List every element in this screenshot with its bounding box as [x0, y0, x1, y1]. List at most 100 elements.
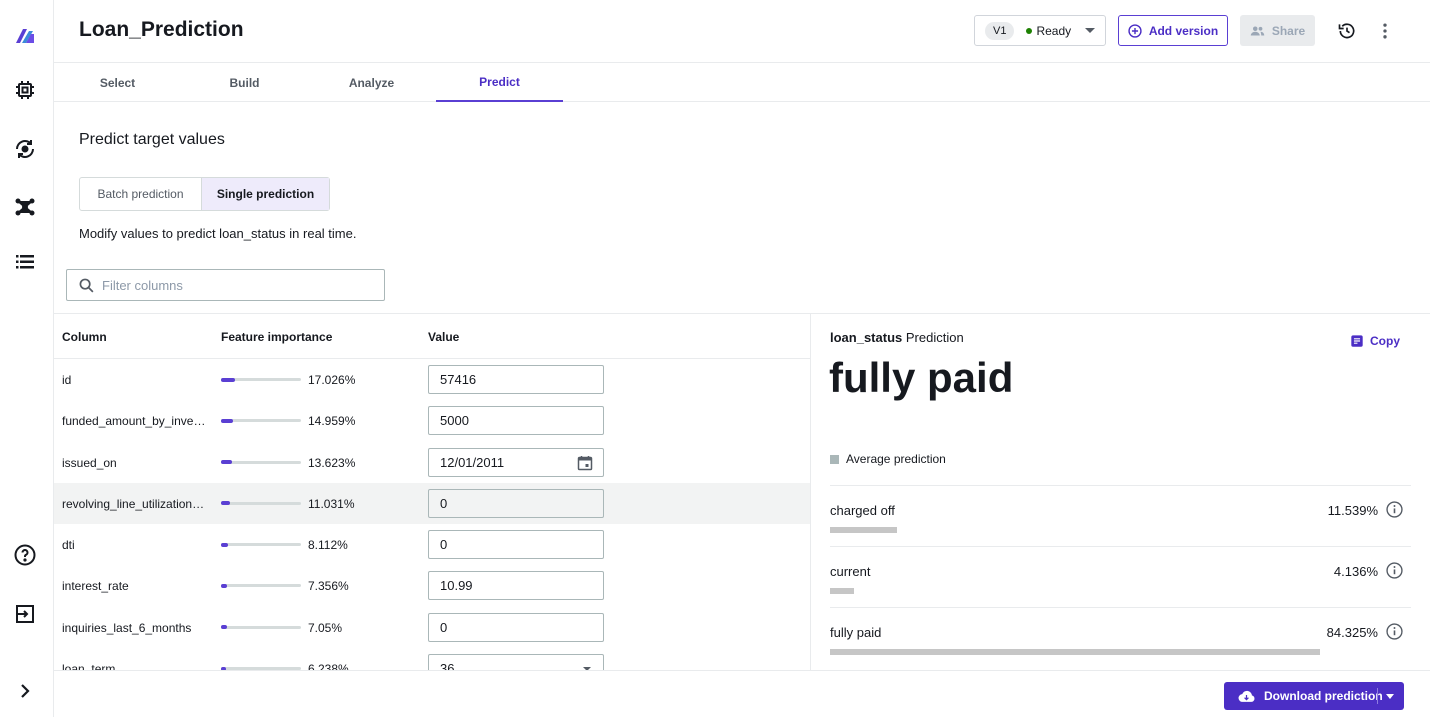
value-input[interactable]: 10.99	[428, 571, 604, 601]
batch-prediction-button[interactable]: Batch prediction	[80, 178, 201, 210]
nodes-icon[interactable]	[13, 195, 37, 219]
column-name: interest_rate	[62, 579, 129, 594]
sign-out-icon[interactable]	[13, 602, 37, 626]
class-percent: 84.325%	[1326, 625, 1378, 640]
table-row: interest_rate 7.356% 10.99	[54, 565, 810, 606]
download-label: Download prediction	[1264, 689, 1383, 703]
version-select[interactable]: V1 Ready	[974, 15, 1106, 46]
class-label: fully paid	[830, 625, 882, 640]
table-row: dti 8.112% 0	[54, 524, 810, 565]
legend-label: Average prediction	[846, 452, 946, 466]
value-input[interactable]: 0	[428, 488, 604, 518]
left-nav-rail	[0, 0, 54, 717]
users-icon	[1250, 26, 1265, 35]
prediction-heading-suffix: Prediction	[905, 330, 964, 345]
download-prediction-button[interactable]: Download prediction	[1224, 682, 1404, 710]
chevron-down-icon	[1085, 28, 1095, 33]
table-row: id 17.026% 57416	[54, 359, 810, 400]
importance-bar	[221, 418, 301, 423]
share-button[interactable]: Share	[1240, 15, 1315, 46]
filter-columns-field[interactable]	[66, 269, 385, 301]
expand-chevron-icon[interactable]	[13, 679, 37, 703]
importance-percent: 11.031%	[308, 496, 355, 511]
value-text: 0	[440, 537, 448, 553]
tab-build[interactable]: Build	[181, 64, 308, 102]
info-icon[interactable]	[1386, 562, 1403, 579]
section-title: Predict target values	[79, 131, 225, 148]
page-title: Loan_Prediction	[79, 18, 244, 41]
importance-bar	[221, 625, 301, 630]
importance-percent: 7.356%	[308, 579, 349, 594]
class-percent: 4.136%	[1333, 564, 1378, 579]
calendar-icon[interactable]	[577, 455, 593, 471]
value-text: 5000	[440, 413, 469, 429]
page-header: Loan_Prediction V1 Ready Add version Sha…	[54, 0, 1430, 63]
column-name: dti	[62, 538, 75, 553]
copy-icon	[1351, 335, 1363, 347]
average-prediction-legend: Average prediction	[830, 452, 946, 466]
button-divider	[1377, 688, 1378, 704]
chip-icon[interactable]	[13, 78, 37, 102]
value-input[interactable]: 0	[428, 530, 604, 560]
column-name: issued_on	[62, 455, 117, 470]
class-probability-row: charged off 11.539%	[830, 485, 1411, 546]
list-icon[interactable]	[13, 250, 37, 274]
tab-analyze[interactable]: Analyze	[308, 64, 435, 102]
table-row: issued_on 13.623% 12/01/2011	[54, 442, 810, 483]
add-version-button[interactable]: Add version	[1118, 15, 1228, 46]
help-icon[interactable]	[13, 543, 37, 567]
feature-table: Column Feature importance Value id 17.026…	[54, 313, 811, 670]
importance-percent: 14.959%	[308, 414, 356, 429]
value-input[interactable]: 57416	[428, 365, 604, 394]
info-icon[interactable]	[1386, 623, 1403, 640]
single-prediction-button[interactable]: Single prediction	[201, 178, 329, 210]
importance-bar-fill	[221, 501, 231, 506]
add-version-label: Add version	[1148, 23, 1219, 38]
value-text: 0	[440, 619, 448, 635]
info-icon[interactable]	[1386, 501, 1403, 518]
value-header: Value	[428, 330, 460, 344]
plus-circle-icon	[1128, 23, 1142, 38]
importance-percent: 13.623%	[308, 455, 356, 470]
class-percent: 11.539%	[1327, 503, 1378, 518]
footer-bar: Download prediction	[54, 670, 1430, 717]
importance-bar	[221, 501, 301, 506]
column-name: loan_term	[62, 662, 116, 670]
chevron-down-icon[interactable]	[1386, 694, 1394, 699]
canvas-logo-icon[interactable]	[13, 23, 37, 47]
importance-bar-fill	[221, 542, 228, 547]
model-refresh-icon[interactable]	[13, 137, 37, 161]
copy-button[interactable]: Copy	[1350, 334, 1400, 348]
column-name: inquiries_last_6_months	[62, 620, 192, 635]
importance-percent: 7.05%	[308, 620, 343, 635]
history-icon[interactable]	[1337, 21, 1357, 41]
table-header: Column Feature importance Value	[54, 314, 810, 359]
filter-columns-input[interactable]	[102, 277, 362, 293]
app-window: Loan_Prediction V1 Ready Add version Sha…	[0, 0, 1430, 717]
table-row: loan_term 6.238% 36	[54, 648, 810, 670]
importance-bar-fill	[221, 418, 234, 423]
table-row: revolving_line_utilization_rate 11.031% 0	[54, 482, 810, 525]
importance-bar-fill	[221, 377, 235, 382]
column-name: funded_amount_by_investors	[62, 414, 210, 429]
value-input[interactable]: 0	[428, 612, 604, 642]
value-text: 10.99	[440, 578, 473, 594]
tab-predict[interactable]: Predict	[436, 64, 563, 102]
class-label: current	[830, 564, 871, 579]
status-text: Ready	[1036, 23, 1072, 38]
importance-bar	[221, 377, 301, 382]
more-options-icon[interactable]	[1375, 21, 1395, 41]
prediction-target: loan_status	[830, 330, 903, 345]
importance-bar-fill	[221, 583, 228, 588]
date-input[interactable]: 12/01/2011	[428, 447, 604, 477]
copy-label: Copy	[1370, 334, 1400, 348]
average-prediction-bar	[830, 527, 897, 533]
value-select[interactable]: 36	[428, 654, 604, 670]
importance-bar	[221, 542, 301, 547]
tab-select[interactable]: Select	[54, 64, 181, 102]
average-prediction-bar	[830, 649, 1320, 655]
value-input[interactable]: 5000	[428, 406, 604, 436]
workflow-tabs: Select Build Analyze Predict	[54, 64, 1430, 102]
class-probability-row: current 4.136%	[830, 546, 1411, 607]
importance-bar	[221, 583, 301, 588]
